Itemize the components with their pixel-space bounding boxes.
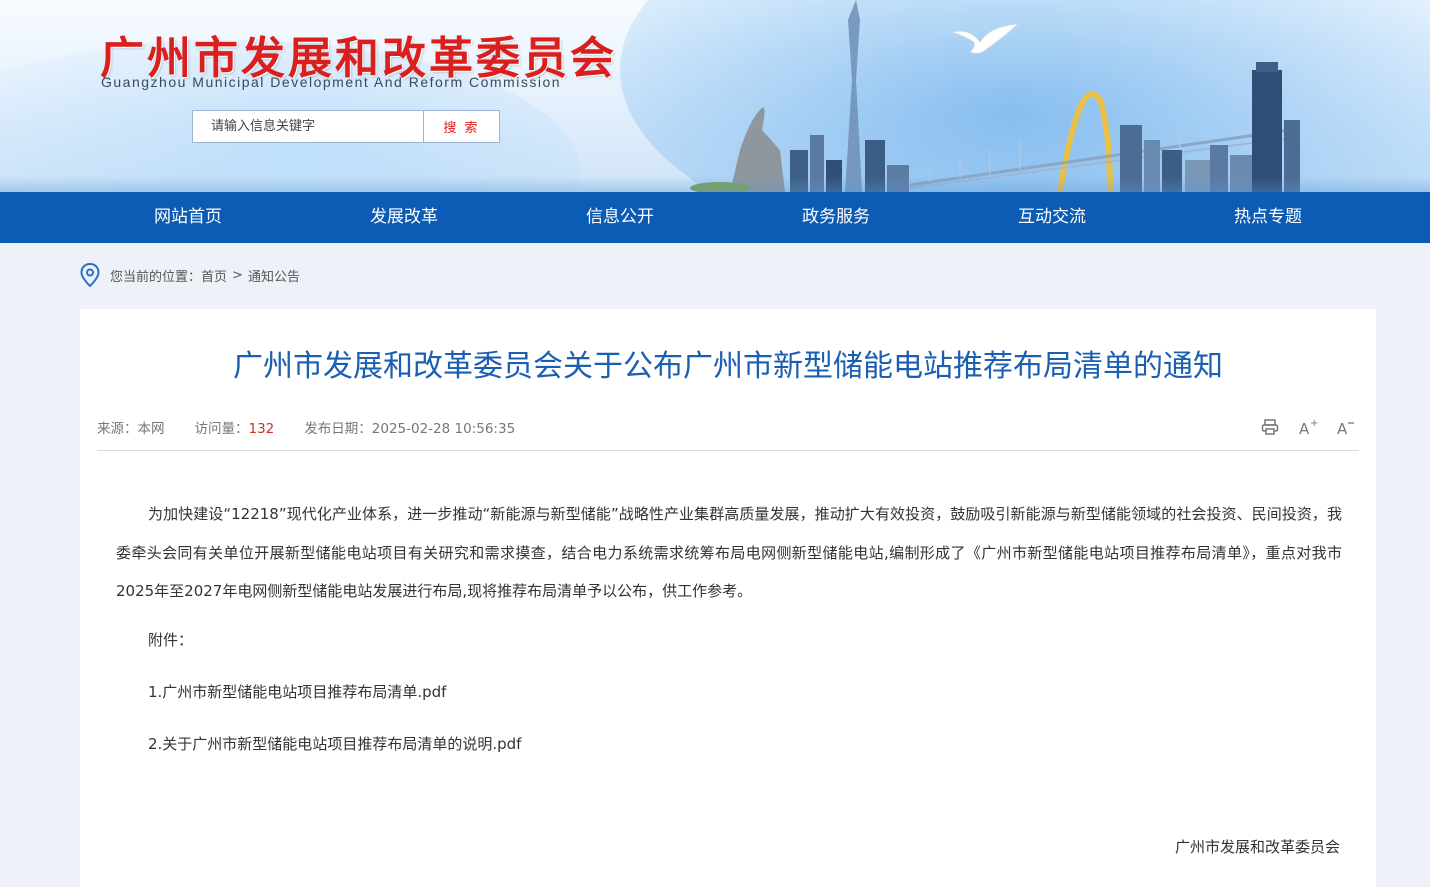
attachment-link-1[interactable]: 1.广州市新型储能电站项目推荐布局清单.pdf bbox=[148, 681, 446, 702]
attachment-link-2[interactable]: 2.关于广州市新型储能电站项目推荐布局清单的说明.pdf bbox=[148, 733, 521, 754]
font-increase-icon[interactable]: A + bbox=[1298, 417, 1318, 437]
main-nav: 网站首页 发展改革 信息公开 政务服务 互动交流 热点专题 bbox=[0, 192, 1430, 243]
article-tools: A + A bbox=[1260, 417, 1356, 437]
nav-item-development-reform[interactable]: 发展改革 bbox=[296, 192, 512, 243]
site-subtitle: Guangzhou Municipal Development And Refo… bbox=[101, 74, 562, 90]
article-title: 广州市发展和改革委员会关于公布广州市新型储能电站推荐布局清单的通知 bbox=[233, 349, 1223, 384]
breadcrumb-separator: > bbox=[232, 267, 243, 283]
meta-date: 发布日期：2025-02-28 10:56:35 bbox=[304, 421, 516, 437]
nav-item-information-disclosure[interactable]: 信息公开 bbox=[512, 192, 728, 243]
svg-text:A: A bbox=[1299, 420, 1310, 436]
meta-source: 来源：本网 bbox=[97, 421, 165, 437]
article-meta: 来源：本网 访问量：132 发布日期：2025-02-28 10:56:35 bbox=[97, 417, 545, 437]
nav-item-government-services[interactable]: 政务服务 bbox=[728, 192, 944, 243]
search-box: 搜 索 bbox=[192, 110, 500, 143]
nav-item-hot-topics[interactable]: 热点专题 bbox=[1160, 192, 1376, 243]
attachments-label: 附件： bbox=[148, 631, 194, 649]
meta-visits: 访问量：132 bbox=[194, 421, 275, 437]
meta-divider bbox=[97, 450, 1359, 451]
search-input[interactable] bbox=[193, 111, 423, 142]
breadcrumb: 您当前的位置： 首页 > 通知公告 bbox=[80, 262, 300, 288]
header-ground-fade bbox=[0, 176, 1430, 192]
article-body-paragraph: 为加快建设“12218”现代化产业体系，进一步推动“新能源与新型储能”战略性产业… bbox=[116, 505, 1342, 600]
article-card: 广州市发展和改革委员会关于公布广州市新型储能电站推荐布局清单的通知 来源：本网 … bbox=[80, 309, 1376, 887]
dove-illustration bbox=[950, 23, 1020, 54]
article-signature: 广州市发展和改革委员会 bbox=[1174, 838, 1340, 856]
font-decrease-icon[interactable]: A bbox=[1336, 417, 1356, 437]
site-header: 广州市发展和改革委员会 Guangzhou Municipal Developm… bbox=[0, 0, 1430, 192]
breadcrumb-current-link[interactable]: 通知公告 bbox=[248, 266, 300, 285]
visit-count: 132 bbox=[248, 421, 275, 437]
breadcrumb-home-link[interactable]: 首页 bbox=[201, 266, 227, 285]
printer-icon[interactable] bbox=[1260, 417, 1280, 437]
nav-item-home[interactable]: 网站首页 bbox=[80, 192, 296, 243]
location-pin-icon bbox=[80, 263, 100, 287]
nav-item-interaction[interactable]: 互动交流 bbox=[944, 192, 1160, 243]
search-button[interactable]: 搜 索 bbox=[423, 111, 499, 142]
svg-text:A: A bbox=[1337, 420, 1348, 436]
breadcrumb-prefix: 您当前的位置： bbox=[110, 269, 202, 285]
svg-text:+: + bbox=[1310, 418, 1318, 429]
